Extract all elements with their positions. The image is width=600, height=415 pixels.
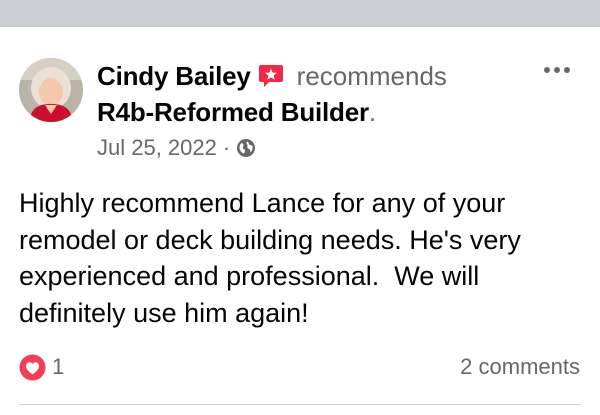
avatar-image xyxy=(19,58,83,122)
page-name-line: R4b-Reformed Builder . xyxy=(97,94,376,130)
recommendation-post: Cindy Bailey recommends R4b-Reformed Bui… xyxy=(0,27,600,415)
globe-icon[interactable] xyxy=(236,138,256,158)
post-meta: Jul 25, 2022 · xyxy=(97,133,256,163)
feed-separator-bar xyxy=(0,0,600,27)
reactions-summary[interactable]: 1 xyxy=(19,352,64,382)
meta-separator: · xyxy=(222,135,231,160)
post-text-line: experienced and professional. We will xyxy=(19,261,480,291)
post-text-line: Highly recommend Lance for any of your xyxy=(19,188,506,218)
page-name-period: . xyxy=(368,96,377,127)
post-date[interactable]: Jul 25, 2022 xyxy=(97,135,217,161)
avatar[interactable] xyxy=(19,58,83,122)
flag-icon xyxy=(257,62,285,90)
comments-count-link[interactable]: 2 comments xyxy=(460,352,580,382)
post-header-line: Cindy Bailey recommends xyxy=(97,58,447,94)
love-icon xyxy=(19,354,46,381)
footer-divider xyxy=(19,404,581,405)
post-text-line: definitely use him again! xyxy=(19,297,309,328)
post-text-line: remodel or deck building needs. He's ver… xyxy=(19,224,521,255)
ellipsis-icon xyxy=(544,67,570,73)
reaction-count: 1 xyxy=(52,354,65,379)
post-body-text: Highly recommend Lance for any of your r… xyxy=(19,185,584,331)
author-name[interactable]: Cindy Bailey xyxy=(97,61,251,92)
more-options-button[interactable] xyxy=(535,57,579,83)
recommends-verb: recommends xyxy=(296,60,447,91)
page-name-link[interactable]: R4b-Reformed Builder xyxy=(97,97,369,128)
